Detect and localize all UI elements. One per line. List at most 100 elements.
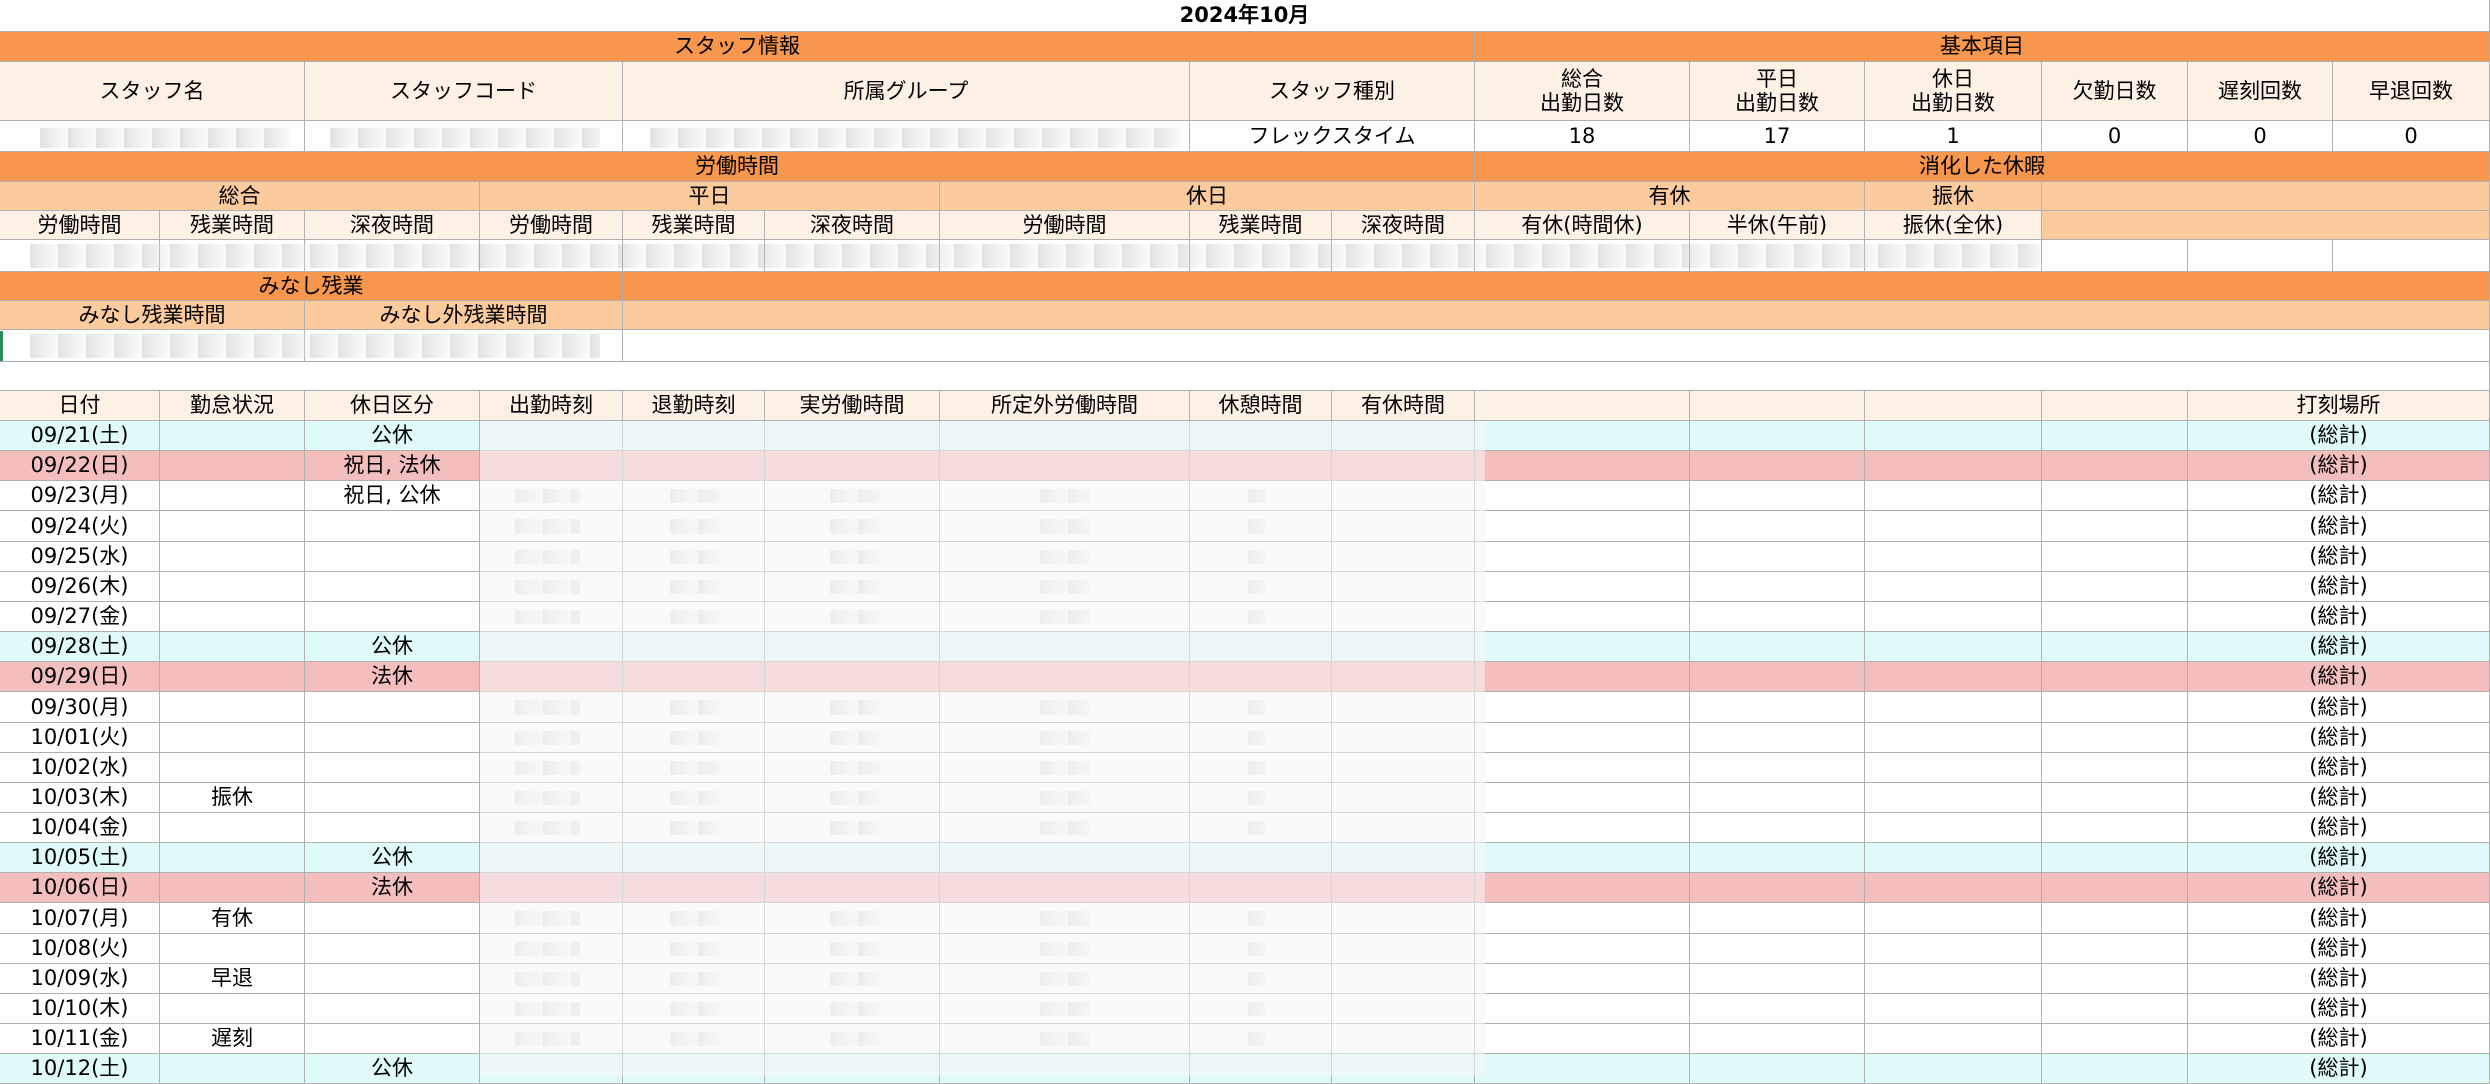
time-cell[interactable] — [2042, 481, 2188, 511]
time-cell[interactable] — [623, 451, 765, 481]
time-cell[interactable] — [623, 692, 765, 723]
time-cell[interactable] — [480, 1024, 623, 1054]
time-cell[interactable] — [1190, 813, 1332, 843]
place-cell[interactable]: (総計) — [2188, 1024, 2490, 1054]
time-cell[interactable] — [1690, 843, 1865, 873]
work-value-cell[interactable] — [940, 240, 1190, 272]
work-value-cell[interactable] — [160, 240, 305, 272]
time-cell[interactable] — [1865, 572, 2042, 602]
time-cell[interactable] — [1690, 602, 1865, 632]
time-cell[interactable] — [765, 813, 940, 843]
time-cell[interactable] — [1865, 934, 2042, 964]
time-cell[interactable] — [1190, 572, 1332, 602]
time-cell[interactable] — [940, 542, 1190, 572]
time-cell[interactable] — [765, 843, 940, 873]
time-cell[interactable] — [765, 662, 940, 692]
time-cell[interactable] — [1865, 1024, 2042, 1054]
time-cell[interactable] — [1475, 1024, 1690, 1054]
date-cell[interactable]: 09/24(火) — [0, 511, 160, 542]
time-cell[interactable] — [1332, 451, 1475, 481]
time-cell[interactable] — [1690, 753, 1865, 783]
time-cell[interactable] — [1865, 1054, 2042, 1084]
time-cell[interactable] — [940, 873, 1190, 903]
time-cell[interactable] — [1332, 723, 1475, 753]
time-cell[interactable] — [1865, 421, 2042, 451]
time-cell[interactable] — [1690, 692, 1865, 723]
time-cell[interactable] — [480, 994, 623, 1024]
place-cell[interactable]: (総計) — [2188, 1054, 2490, 1084]
holiday-cell[interactable]: 公休 — [305, 1054, 480, 1084]
time-cell[interactable] — [480, 1054, 623, 1084]
basic-value-cell[interactable]: 1 — [1865, 121, 2042, 152]
place-cell[interactable]: (総計) — [2188, 632, 2490, 662]
place-cell[interactable]: (総計) — [2188, 481, 2490, 511]
time-cell[interactable] — [623, 873, 765, 903]
time-cell[interactable] — [480, 542, 623, 572]
time-cell[interactable] — [480, 723, 623, 753]
time-cell[interactable] — [1475, 873, 1690, 903]
status-cell[interactable] — [160, 451, 305, 481]
holiday-cell[interactable] — [305, 753, 480, 783]
time-cell[interactable] — [1475, 753, 1690, 783]
time-cell[interactable] — [1865, 964, 2042, 994]
date-cell[interactable]: 09/23(月) — [0, 481, 160, 511]
holiday-cell[interactable]: 公休 — [305, 843, 480, 873]
holiday-cell[interactable]: 法休 — [305, 873, 480, 903]
time-cell[interactable] — [1190, 723, 1332, 753]
basic-value-cell[interactable]: 18 — [1475, 121, 1690, 152]
leave-value-cell[interactable] — [1690, 240, 1865, 272]
staff-group-cell[interactable] — [623, 121, 1190, 152]
time-cell[interactable] — [1690, 451, 1865, 481]
place-cell[interactable]: (総計) — [2188, 421, 2490, 451]
time-cell[interactable] — [480, 813, 623, 843]
time-cell[interactable] — [765, 994, 940, 1024]
time-cell[interactable] — [1865, 783, 2042, 813]
status-cell[interactable]: 遅刻 — [160, 1024, 305, 1054]
time-cell[interactable] — [1865, 692, 2042, 723]
time-cell[interactable] — [480, 602, 623, 632]
time-cell[interactable] — [940, 1024, 1190, 1054]
place-cell[interactable]: (総計) — [2188, 994, 2490, 1024]
time-cell[interactable] — [765, 1024, 940, 1054]
time-cell[interactable] — [765, 542, 940, 572]
place-cell[interactable]: (総計) — [2188, 783, 2490, 813]
time-cell[interactable] — [765, 481, 940, 511]
time-cell[interactable] — [1475, 903, 1690, 934]
status-cell[interactable] — [160, 662, 305, 692]
time-cell[interactable] — [1690, 511, 1865, 542]
date-cell[interactable]: 09/21(土) — [0, 421, 160, 451]
holiday-cell[interactable] — [305, 813, 480, 843]
place-cell[interactable]: (総計) — [2188, 873, 2490, 903]
basic-value-cell[interactable]: 0 — [2188, 121, 2333, 152]
status-cell[interactable]: 有休 — [160, 903, 305, 934]
basic-value-cell[interactable]: 17 — [1690, 121, 1865, 152]
deemed-value-cell[interactable] — [305, 330, 623, 362]
time-cell[interactable] — [1190, 692, 1332, 723]
date-cell[interactable]: 10/12(土) — [0, 1054, 160, 1084]
time-cell[interactable] — [765, 723, 940, 753]
time-cell[interactable] — [940, 1054, 1190, 1084]
time-cell[interactable] — [623, 813, 765, 843]
time-cell[interactable] — [480, 572, 623, 602]
deemed-value-cell[interactable] — [0, 330, 305, 362]
status-cell[interactable] — [160, 813, 305, 843]
time-cell[interactable] — [1690, 542, 1865, 572]
time-cell[interactable] — [1865, 843, 2042, 873]
leave-value-cell[interactable] — [1475, 240, 1690, 272]
time-cell[interactable] — [940, 511, 1190, 542]
time-cell[interactable] — [1865, 511, 2042, 542]
holiday-cell[interactable] — [305, 903, 480, 934]
time-cell[interactable] — [2042, 934, 2188, 964]
time-cell[interactable] — [1865, 723, 2042, 753]
date-cell[interactable]: 10/05(土) — [0, 843, 160, 873]
time-cell[interactable] — [765, 632, 940, 662]
time-cell[interactable] — [1475, 481, 1690, 511]
time-cell[interactable] — [1865, 542, 2042, 572]
time-cell[interactable] — [1190, 511, 1332, 542]
holiday-cell[interactable] — [305, 783, 480, 813]
time-cell[interactable] — [940, 753, 1190, 783]
status-cell[interactable] — [160, 572, 305, 602]
place-cell[interactable]: (総計) — [2188, 813, 2490, 843]
time-cell[interactable] — [1332, 1054, 1475, 1084]
time-cell[interactable] — [1332, 542, 1475, 572]
